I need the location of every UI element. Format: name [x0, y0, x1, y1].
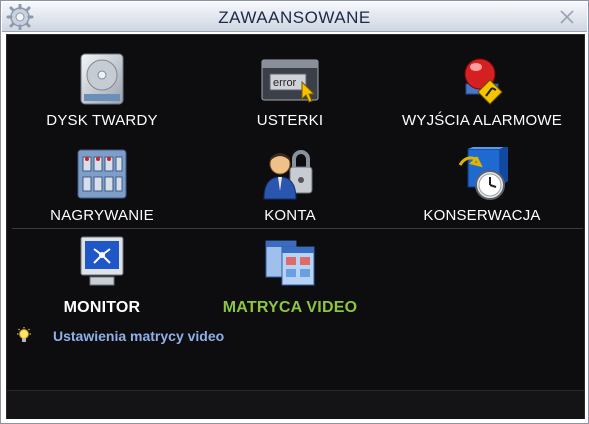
menu-panel: DYSK TWARDY error USTERKI WYJŚCIA ALARMO… — [6, 34, 585, 419]
lightbulb-icon — [17, 327, 31, 342]
menu-item-label: MATRYCA VIDEO — [222, 299, 358, 316]
error-icon-text: error — [273, 77, 297, 89]
recording-icon — [77, 149, 127, 199]
menu-item-alarm-outputs[interactable]: WYJŚCIA ALARMOWE — [387, 52, 577, 134]
menu-item-video-matrix[interactable]: MATRYCA VIDEO — [195, 235, 385, 321]
footer-bar — [7, 390, 584, 419]
close-icon[interactable] — [557, 7, 577, 27]
menu-item-hard-disk[interactable]: DYSK TWARDY — [7, 52, 197, 134]
accounts-icon — [263, 150, 313, 200]
menu-item-label: NAGRYWANIE — [50, 207, 154, 224]
hint-text: Ustawienia matrycy video — [53, 328, 225, 344]
monitor-icon — [80, 236, 124, 286]
advanced-window: ZAWAANSOWANE DYSK TWARDY error USTERKI W… — [0, 0, 589, 424]
error-icon: error — [261, 59, 319, 103]
maintenance-icon — [458, 147, 508, 200]
menu-item-monitor[interactable]: MONITOR — [7, 235, 197, 321]
video-matrix-icon — [265, 240, 315, 286]
title-bar: ZAWAANSOWANE — [2, 2, 587, 32]
menu-item-maintenance[interactable]: KONSERWACJA — [387, 147, 577, 229]
menu-item-label: USTERKI — [256, 112, 324, 129]
menu-item-label: KONSERWACJA — [423, 207, 541, 224]
hint-bar: Ustawienia matrycy video — [13, 325, 583, 349]
menu-item-accounts[interactable]: KONTA — [195, 147, 385, 229]
menu-item-label: WYJŚCIA ALARMOWE — [402, 112, 562, 129]
menu-item-errors[interactable]: error USTERKI — [195, 52, 385, 134]
window-title: ZAWAANSOWANE — [218, 8, 371, 27]
menu-item-recording[interactable]: NAGRYWANIE — [7, 147, 197, 229]
alarm-output-icon — [464, 58, 503, 105]
menu-item-label: DYSK TWARDY — [46, 112, 158, 129]
menu-item-label: KONTA — [264, 207, 316, 224]
hard-disk-icon — [80, 53, 124, 105]
menu-item-label: MONITOR — [63, 299, 141, 316]
